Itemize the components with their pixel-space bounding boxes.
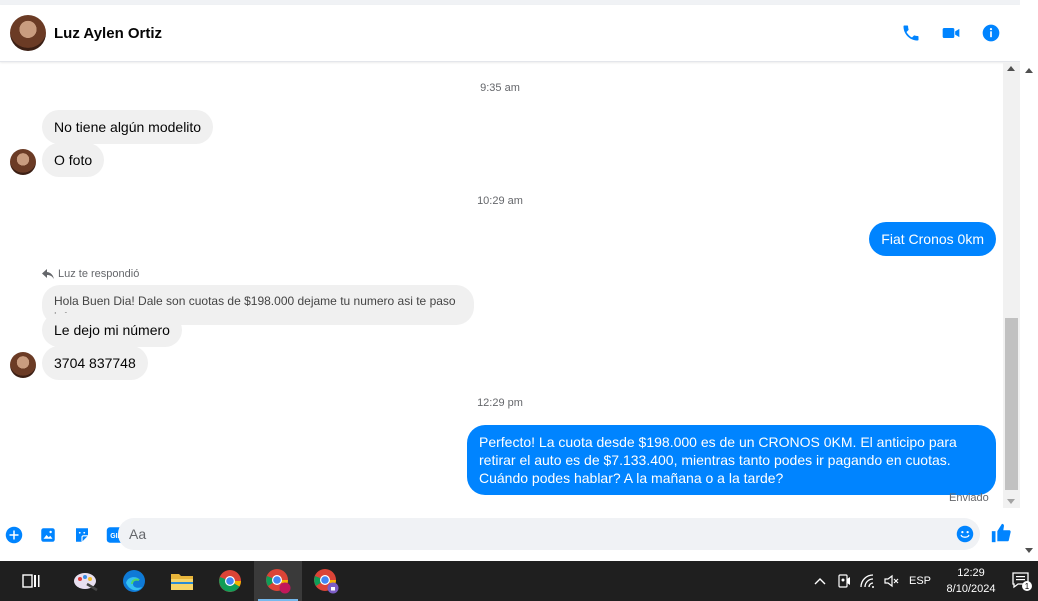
contact-avatar-small[interactable] xyxy=(10,352,36,378)
page-scrollbar[interactable] xyxy=(1020,0,1038,561)
notification-center-icon[interactable]: 1 xyxy=(1006,570,1038,592)
header-actions xyxy=(900,22,1002,44)
contact-avatar-small[interactable] xyxy=(10,149,36,175)
timestamp: 9:35 am xyxy=(480,82,520,94)
clock-time: 12:29 xyxy=(957,567,985,579)
outgoing-message[interactable]: Perfecto! La cuota desde $198.000 es de … xyxy=(467,425,996,495)
task-view-icon[interactable] xyxy=(0,561,62,601)
reply-note-text: Luz te respondió xyxy=(58,268,140,280)
phone-icon[interactable] xyxy=(900,22,922,44)
outgoing-message[interactable]: Fiat Cronos 0km xyxy=(869,222,996,256)
incoming-message[interactable]: Le dejo mi número xyxy=(42,313,182,347)
speaker-muted-icon[interactable] xyxy=(880,574,904,588)
message-input-wrapper[interactable] xyxy=(118,518,980,550)
thumbs-up-icon[interactable] xyxy=(990,522,1012,549)
composer-tools: GIF xyxy=(3,524,127,546)
page-scroll-down-icon[interactable] xyxy=(1025,548,1033,553)
reply-indicator: Luz te respondió xyxy=(42,268,139,280)
system-tray: ESP 12:29 8/10/2024 1 xyxy=(808,561,1038,601)
paint-icon[interactable] xyxy=(62,561,110,601)
scroll-down-arrow-icon[interactable] xyxy=(1007,499,1015,504)
clock-date: 8/10/2024 xyxy=(946,583,996,595)
wifi-icon[interactable] xyxy=(856,574,880,588)
scroll-up-arrow-icon[interactable] xyxy=(1007,66,1015,71)
language-indicator[interactable]: ESP xyxy=(904,575,936,587)
messenger-window: Luz Aylen Ortiz 9:35 am No tiene algún m… xyxy=(0,0,1038,561)
message-composer: GIF xyxy=(0,512,1020,558)
chat-scrollbar[interactable] xyxy=(1003,62,1020,508)
message-status: Enviado xyxy=(949,492,989,504)
incoming-message[interactable]: O foto xyxy=(42,143,105,177)
meet-now-icon[interactable] xyxy=(832,574,856,588)
file-explorer-icon[interactable] xyxy=(158,561,206,601)
timestamp: 12:29 pm xyxy=(477,397,523,409)
plus-icon[interactable] xyxy=(3,524,25,546)
edge-icon[interactable] xyxy=(110,561,158,601)
contact-avatar[interactable] xyxy=(10,15,46,51)
info-icon[interactable] xyxy=(980,22,1002,44)
scroll-thumb[interactable] xyxy=(1005,318,1018,490)
photo-icon[interactable] xyxy=(37,524,59,546)
incoming-message[interactable]: No tiene algún modelito xyxy=(42,110,214,144)
chrome-profile-c-icon[interactable] xyxy=(254,561,302,601)
chrome-icon[interactable] xyxy=(206,561,254,601)
clock[interactable]: 12:29 8/10/2024 xyxy=(936,565,1006,597)
page-scroll-up-icon[interactable] xyxy=(1025,68,1033,73)
timestamp: 10:29 am xyxy=(477,195,523,207)
video-camera-icon[interactable] xyxy=(940,22,962,44)
chrome-profile-locked-icon[interactable] xyxy=(302,561,350,601)
windows-taskbar: ESP 12:29 8/10/2024 1 xyxy=(0,561,1038,601)
notification-count: 1 xyxy=(1025,582,1030,591)
message-input[interactable] xyxy=(129,526,929,542)
sticker-icon[interactable] xyxy=(71,524,93,546)
chevron-up-icon[interactable] xyxy=(808,577,832,585)
emoji-icon[interactable] xyxy=(956,525,974,548)
incoming-message[interactable]: 3704 837748 xyxy=(42,346,148,380)
conversation-header: Luz Aylen Ortiz xyxy=(0,5,1020,62)
contact-name[interactable]: Luz Aylen Ortiz xyxy=(54,25,162,42)
reply-arrow-icon xyxy=(42,269,54,279)
